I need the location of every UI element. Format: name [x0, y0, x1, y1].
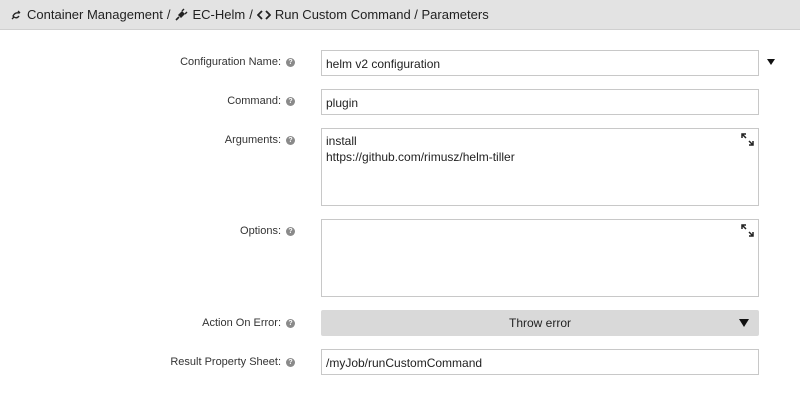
action-on-error-label: Action On Error: ?	[202, 317, 295, 329]
help-icon[interactable]: ?	[286, 57, 295, 67]
arguments-textarea[interactable]: install https://github.com/rimusz/helm-t…	[321, 128, 759, 206]
help-icon[interactable]: ?	[286, 96, 295, 106]
breadcrumb-label: Run Custom Command / Parameters	[274, 7, 489, 22]
help-icon[interactable]: ?	[286, 318, 295, 328]
arguments-value: install https://github.com/rimusz/helm-t…	[326, 134, 515, 164]
command-label: Command: ?	[227, 95, 295, 107]
options-label-text: Options:	[240, 225, 281, 237]
result-property-sheet-value: /myJob/runCustomCommand	[326, 356, 483, 370]
expand-icon[interactable]	[741, 133, 754, 146]
breadcrumb-bar: Container Management / EC-Helm / Run Cus…	[0, 0, 800, 30]
chevron-down-icon[interactable]	[767, 59, 775, 65]
breadcrumb-separator: /	[166, 7, 171, 22]
help-icon[interactable]: ?	[286, 135, 295, 145]
breadcrumb-item-container-management[interactable]: Container Management	[9, 7, 163, 22]
caret-down-icon	[739, 319, 749, 327]
config-name-label: Configuration Name: ?	[180, 56, 295, 68]
expand-icon[interactable]	[741, 224, 754, 237]
config-name-select[interactable]: helm v2 configuration	[321, 50, 759, 76]
action-on-error-select[interactable]: Throw error	[321, 310, 759, 336]
options-label: Options: ?	[240, 225, 295, 237]
breadcrumb-label: EC-Helm	[192, 7, 246, 22]
action-on-error-value: Throw error	[508, 316, 571, 330]
config-name-label-text: Configuration Name:	[180, 56, 281, 68]
help-icon[interactable]: ?	[286, 357, 295, 367]
breadcrumb-separator: /	[249, 7, 253, 22]
help-icon[interactable]: ?	[286, 226, 295, 236]
action-on-error-label-text: Action On Error:	[202, 317, 281, 329]
arguments-label-text: Arguments:	[224, 134, 281, 146]
plug-icon	[175, 8, 188, 21]
command-label-text: Command:	[227, 95, 281, 107]
config-name-value: helm v2 configuration	[326, 57, 441, 71]
arguments-label: Arguments: ?	[225, 134, 295, 146]
breadcrumb-item-ec-helm[interactable]: EC-Helm	[174, 7, 245, 22]
result-property-sheet-input[interactable]: /myJob/runCustomCommand	[321, 349, 759, 375]
result-property-sheet-label: Result Property Sheet: ?	[170, 356, 295, 368]
breadcrumb-label: Container Management	[27, 7, 163, 22]
plug-outline-icon	[11, 10, 21, 19]
breadcrumb-item-run-custom-command: Run Custom Command / Parameters	[256, 7, 489, 22]
diamond-arrows-icon	[256, 9, 271, 20]
options-textarea[interactable]	[321, 219, 759, 297]
command-value: plugin	[326, 96, 359, 110]
result-property-sheet-label-text: Result Property Sheet:	[170, 356, 281, 368]
command-input[interactable]: plugin	[321, 89, 759, 115]
breadcrumb: Container Management / EC-Helm / Run Cus…	[9, 7, 489, 22]
